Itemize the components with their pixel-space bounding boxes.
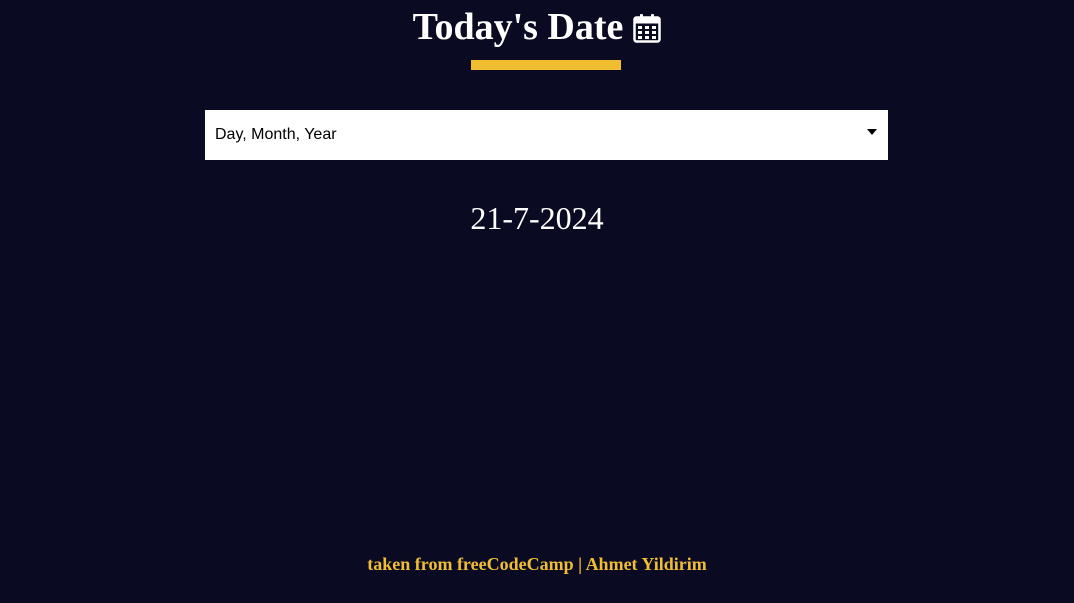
footer-separator: | xyxy=(578,554,583,574)
current-date-display: 21-7-2024 xyxy=(470,200,604,236)
page-title: Today's Date xyxy=(412,6,624,48)
author-link[interactable]: Ahmet Yildirim xyxy=(586,554,707,574)
title-row: Today's Date xyxy=(0,4,1074,50)
chevron-down-icon xyxy=(867,129,877,135)
title-underline xyxy=(471,60,621,70)
calendar-icon xyxy=(633,13,662,43)
date-format-selected-value: Day, Month, Year xyxy=(215,126,337,143)
footer: taken from freeCodeCamp | Ahmet Yildirim xyxy=(0,552,1074,576)
date-format-select[interactable]: Day, Month, Year xyxy=(205,110,888,160)
freecodecamp-link[interactable]: taken from freeCodeCamp xyxy=(367,554,573,574)
